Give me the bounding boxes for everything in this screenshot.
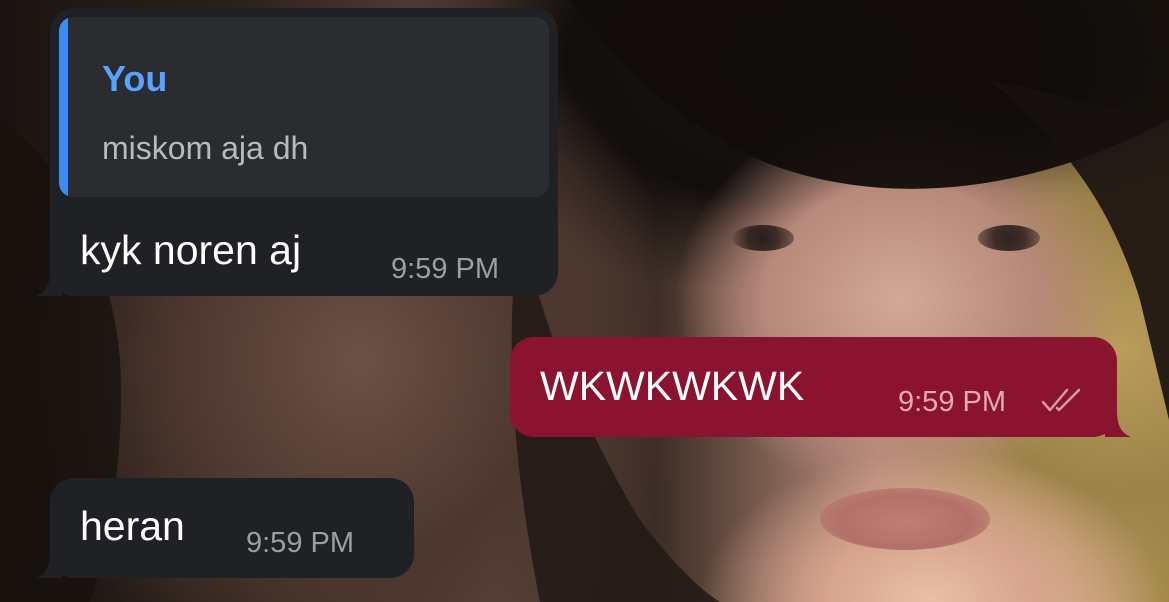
message-time: 9:59 PM: [246, 527, 354, 559]
message-text: heran: [80, 503, 185, 549]
reply-author: You: [102, 58, 168, 99]
reply-quote[interactable]: You miskom aja dh: [59, 17, 549, 197]
message-bubble-incoming[interactable]: You miskom aja dh kyk noren aj 9:59 PM: [36, 8, 558, 296]
bubble-tail-incoming: [36, 552, 62, 578]
reply-text: miskom aja dh: [102, 130, 309, 166]
wallpaper-lips: [820, 488, 990, 550]
wallpaper-eye-left: [732, 225, 794, 251]
message-bubble-outgoing[interactable]: WKWKWKWK 9:59 PM: [510, 337, 1131, 437]
wallpaper-eye-right: [978, 225, 1040, 251]
reply-accent-bar: [59, 17, 68, 197]
message-text: kyk noren aj: [80, 227, 302, 273]
message-time: 9:59 PM: [391, 253, 499, 285]
message-bubble-incoming[interactable]: heran 9:59 PM: [36, 478, 414, 578]
bubble-tail-outgoing: [1105, 411, 1131, 437]
bubble-tail-incoming: [36, 270, 62, 296]
double-check-icon: [1041, 388, 1081, 412]
message-text: WKWKWKWK: [540, 363, 805, 409]
message-time: 9:59 PM: [898, 386, 1006, 418]
